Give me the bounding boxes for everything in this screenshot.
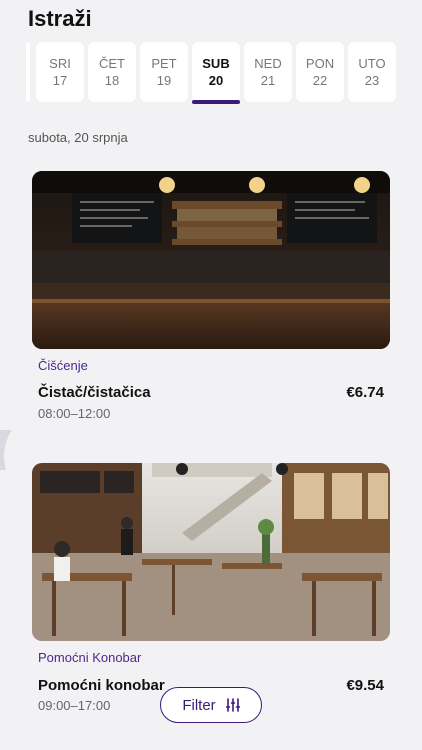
day-name: SUB bbox=[202, 56, 230, 71]
bar-interior-photo bbox=[32, 171, 390, 349]
day-thu[interactable]: ČET 18 bbox=[88, 42, 136, 102]
sliders-icon bbox=[225, 698, 240, 712]
day-name: NED bbox=[254, 56, 282, 71]
day-name: SRI bbox=[49, 56, 71, 71]
day-selector: SRI 17 ČET 18 PET 19 SUB 20 NED 21 PON 2… bbox=[0, 42, 422, 106]
filter-label: Filter bbox=[182, 696, 216, 714]
day-number: 22 bbox=[312, 73, 328, 88]
day-name: ČET bbox=[99, 56, 125, 71]
job-card-image[interactable] bbox=[32, 171, 390, 349]
job-category: Pomoćni Konobar bbox=[38, 650, 142, 665]
selected-date-label: subota, 20 srpnja bbox=[28, 130, 128, 145]
filter-button[interactable]: Filter bbox=[160, 687, 262, 723]
scroll-edge-glow bbox=[0, 430, 12, 470]
job-title[interactable]: Čistač/čistačica bbox=[38, 384, 151, 401]
page-title: Istraži bbox=[28, 6, 92, 31]
day-name: PET bbox=[151, 56, 177, 71]
day-name: UTO bbox=[358, 56, 386, 71]
job-category: Čišćenje bbox=[38, 358, 88, 373]
day-tue[interactable]: UTO 23 bbox=[348, 42, 396, 102]
day-number: 17 bbox=[52, 73, 68, 88]
day-prev-edge[interactable] bbox=[26, 42, 30, 102]
job-title[interactable]: Pomoćni konobar bbox=[38, 677, 165, 694]
day-mon[interactable]: PON 22 bbox=[296, 42, 344, 102]
active-day-indicator bbox=[192, 100, 240, 104]
day-number: 19 bbox=[156, 73, 172, 88]
day-name: PON bbox=[305, 56, 335, 71]
day-wed[interactable]: SRI 17 bbox=[36, 42, 84, 102]
day-sat[interactable]: SUB 20 bbox=[192, 42, 240, 104]
job-time: 09:00–17:00 bbox=[38, 698, 111, 713]
day-number: 21 bbox=[260, 73, 276, 88]
job-card-image[interactable] bbox=[32, 463, 390, 641]
job-price: €9.54 bbox=[346, 677, 384, 694]
restaurant-interior-photo bbox=[32, 463, 390, 641]
day-number: 23 bbox=[364, 73, 380, 88]
day-number: 20 bbox=[208, 73, 224, 88]
day-number: 18 bbox=[104, 73, 120, 88]
job-price: €6.74 bbox=[346, 384, 384, 401]
day-fri[interactable]: PET 19 bbox=[140, 42, 188, 102]
job-time: 08:00–12:00 bbox=[38, 406, 111, 421]
day-sun[interactable]: NED 21 bbox=[244, 42, 292, 102]
